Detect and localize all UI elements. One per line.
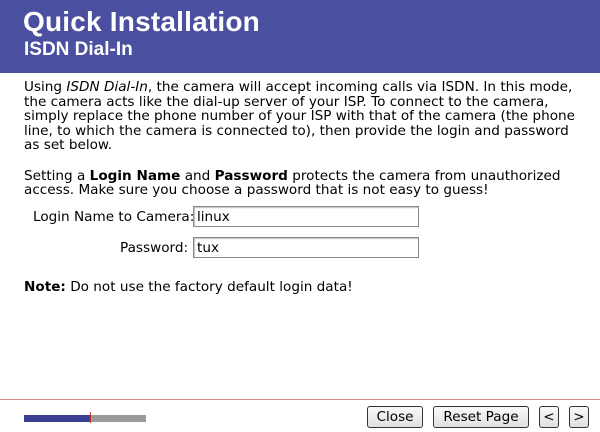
password-input[interactable]	[193, 237, 419, 258]
security-paragraph: Setting a Login Name and Password protec…	[24, 168, 584, 198]
progress-bar-fill	[24, 415, 90, 422]
progress-bar-marker	[90, 412, 91, 423]
note-text: Note: Do not use the factory default log…	[24, 279, 353, 295]
login-name-input[interactable]	[193, 206, 419, 227]
page-subtitle: ISDN Dial-In	[24, 39, 133, 60]
close-button[interactable]: Close	[367, 406, 423, 428]
wizard-header: Quick Installation ISDN Dial-In	[0, 0, 600, 73]
footer-divider	[0, 399, 600, 400]
note-label: Note:	[24, 279, 66, 295]
reset-page-button[interactable]: Reset Page	[433, 406, 529, 428]
progress-bar	[24, 412, 146, 423]
previous-button[interactable]: <	[539, 406, 559, 428]
next-button[interactable]: >	[569, 406, 589, 428]
wizard-content: Using ISDN Dial-In, the camera will acce…	[24, 80, 584, 198]
login-name-label: Login Name to Camera:	[33, 209, 195, 225]
login-row: Login Name to Camera:	[24, 206, 584, 228]
page-title: Quick Installation	[23, 6, 260, 37]
password-row: Password:	[24, 237, 584, 259]
password-label: Password:	[120, 240, 189, 256]
intro-paragraph: Using ISDN Dial-In, the camera will acce…	[24, 80, 584, 153]
note-body: Do not use the factory default login dat…	[65, 279, 353, 295]
wizard-window: Quick Installation ISDN Dial-In Using IS…	[0, 0, 600, 432]
